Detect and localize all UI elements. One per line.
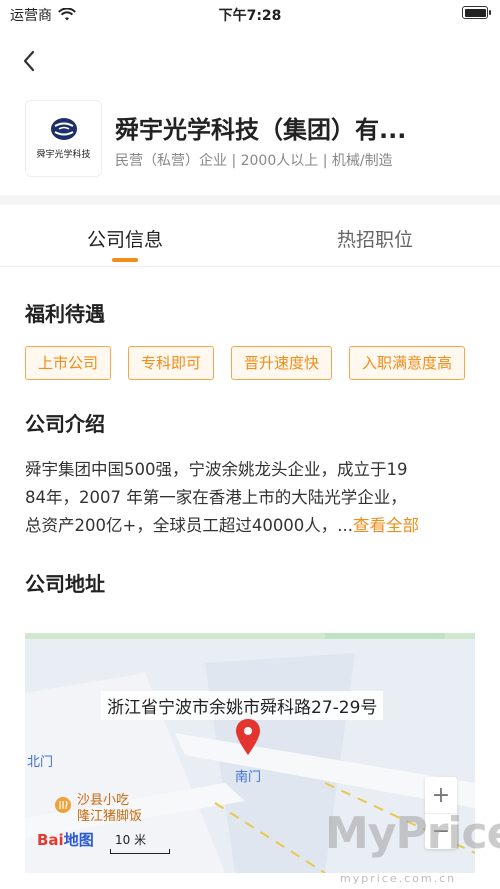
baidu-logo-text: Bai (37, 831, 64, 849)
intro-line: 舜宇集团中国500强，宁波余姚龙头企业，成立于19 (25, 460, 408, 479)
company-name: 舜宇光学科技（集团）有... (115, 116, 407, 144)
intro-line: 84年，2007 年第一家在香港上市的大陆光学企业， (25, 488, 407, 507)
map-south-gate: 南门 (235, 770, 262, 785)
tab-hot-jobs[interactable]: 热招职位 (250, 225, 500, 252)
company-header: 舜宇光学科技 舜宇光学科技（集团）有... 民营（私营）企业 | 2000人以上… (25, 100, 480, 180)
chevron-left-icon (23, 50, 35, 72)
battery-icon (462, 6, 491, 19)
benefit-tag[interactable]: 入职满意度高 (349, 346, 466, 380)
map-scale-bar (110, 849, 170, 854)
see-all-link[interactable]: 查看全部 (353, 516, 419, 535)
benefit-tag[interactable]: 上市公司 (25, 346, 112, 380)
sunny-logo-icon (50, 118, 77, 140)
tab-company-info[interactable]: 公司信息 (0, 225, 250, 252)
section-divider (0, 195, 500, 205)
map-north-gate: 北门 (27, 755, 54, 770)
map-poi-name: 隆江猪脚饭 (77, 809, 143, 824)
status-time: 下午7:28 (218, 8, 282, 24)
map-address-label: 浙江省宁波市余姚市舜科路27-29号 (101, 691, 384, 720)
intro-text: 舜宇集团中国500强，宁波余姚龙头企业，成立于19 84年，2007 年第一家在… (25, 456, 475, 540)
restaurant-icon (55, 797, 71, 813)
baidu-map-logo: Bai地图 (37, 829, 94, 850)
benefits-title: 福利待遇 (25, 302, 105, 326)
watermark-logo: MyPrice (325, 808, 500, 859)
intro-title: 公司介绍 (25, 412, 105, 436)
map-pin-icon (236, 719, 260, 755)
company-meta: 民营（私营）企业 | 2000人以上 | 机械/制造 (115, 153, 393, 169)
map-scale-label: 10 米 (115, 833, 147, 847)
map-poi-name: 沙县小吃 (77, 793, 130, 808)
tab-bar: 公司信息 热招职位 (0, 205, 500, 267)
watermark-url: myprice.com.cn (340, 872, 457, 885)
tab-active-indicator (112, 258, 138, 262)
benefit-tag[interactable]: 晋升速度快 (231, 346, 333, 380)
intro-line: 总资产200亿+，全球员工超过40000人，... (25, 516, 354, 535)
address-title: 公司地址 (25, 572, 105, 596)
benefit-tags: 上市公司 专科即可 晋升速度快 入职满意度高 (25, 346, 475, 382)
benefit-tag[interactable]: 专科即可 (128, 346, 215, 380)
map-poi: 沙县小吃 隆江猪脚饭 (77, 793, 142, 825)
status-bar: 运营商 下午7:28 (0, 0, 500, 28)
back-button[interactable] (14, 46, 44, 76)
logo-text: 舜宇光学科技 (36, 150, 91, 160)
company-logo: 舜宇光学科技 (25, 100, 102, 177)
intro-line-last: 总资产200亿+，全球员工超过40000人，...查看全部 (25, 512, 475, 540)
baidu-logo-text: 地图 (63, 831, 94, 849)
